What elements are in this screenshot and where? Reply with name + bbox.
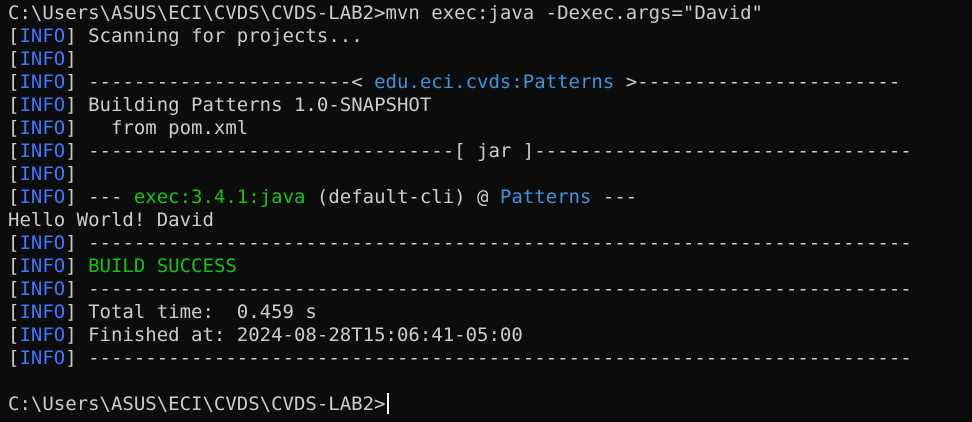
terminal-line: [INFO] xyxy=(8,48,968,71)
terminal-line: [INFO] --------------------------------[… xyxy=(8,140,968,163)
terminal-text: [ xyxy=(8,117,20,139)
log-level-label: INFO xyxy=(19,117,66,139)
command-prompt-line[interactable]: C:\Users\ASUS\ECI\CVDS\CVDS-LAB2> xyxy=(8,393,968,416)
terminal-text: ] xyxy=(65,255,89,277)
terminal-line: [INFO] BUILD SUCCESS xyxy=(8,255,968,278)
log-level-label: INFO xyxy=(19,278,66,300)
terminal-text: ] --------------------------------[ jar … xyxy=(65,140,912,162)
terminal-text: ] Scanning for projects... xyxy=(65,25,363,47)
terminal-text: ] from pom.xml xyxy=(65,117,249,139)
terminal-line: [INFO] Building Patterns 1.0-SNAPSHOT xyxy=(8,94,968,117)
terminal-text: Patterns xyxy=(499,186,592,208)
command-prompt: C:\Users\ASUS\ECI\CVDS\CVDS-LAB2> xyxy=(8,393,386,415)
terminal-text: [ xyxy=(8,163,20,185)
terminal-text: ] -----------------------< xyxy=(65,71,375,93)
terminal-text: exec:3.4.1:java xyxy=(133,186,306,208)
terminal-line: [INFO] Finished at: 2024-08-28T15:06:41-… xyxy=(8,324,968,347)
terminal-text: ] --- xyxy=(65,186,134,208)
log-level-label: INFO xyxy=(19,140,66,162)
terminal-text: ] --------------------------------------… xyxy=(65,278,912,300)
terminal-line: [INFO] from pom.xml xyxy=(8,117,968,140)
terminal-text: ] Total time: 0.459 s xyxy=(65,301,317,323)
terminal-text: ] xyxy=(65,48,77,70)
terminal-line: Hello World! David xyxy=(8,209,968,232)
terminal-line: [INFO] ---------------------------------… xyxy=(8,347,968,370)
terminal-line: [INFO] ---------------------------------… xyxy=(8,278,968,301)
terminal-line: [INFO] Scanning for projects... xyxy=(8,25,968,48)
terminal-line: C:\Users\ASUS\ECI\CVDS\CVDS-LAB2>mvn exe… xyxy=(8,2,968,25)
terminal-line: [INFO] --- exec:3.4.1:java (default-cli)… xyxy=(8,186,968,209)
terminal-text: ] Building Patterns 1.0-SNAPSHOT xyxy=(65,94,432,116)
terminal-text: [ xyxy=(8,347,20,369)
log-level-label: INFO xyxy=(19,232,66,254)
terminal-text: [ xyxy=(8,301,20,323)
terminal-text: ] Finished at: 2024-08-28T15:06:41-05:00 xyxy=(65,324,523,346)
terminal-text: [ xyxy=(8,140,20,162)
terminal-text: [ xyxy=(8,324,20,346)
log-level-label: INFO xyxy=(19,163,66,185)
terminal-line: [INFO] ---------------------------------… xyxy=(8,232,968,255)
terminal-text: ] --------------------------------------… xyxy=(65,347,912,369)
terminal-text: --- xyxy=(591,186,638,208)
terminal-text: [ xyxy=(8,25,20,47)
terminal-line: [INFO] xyxy=(8,163,968,186)
log-level-label: INFO xyxy=(19,25,66,47)
terminal-text: [ xyxy=(8,71,20,93)
terminal-text: ] xyxy=(65,163,77,185)
log-level-label: INFO xyxy=(19,186,66,208)
terminal-text: [ xyxy=(8,255,20,277)
terminal-text: Hello World! David xyxy=(8,209,214,231)
terminal-output[interactable]: C:\Users\ASUS\ECI\CVDS\CVDS-LAB2>mvn exe… xyxy=(8,2,968,420)
terminal-text: [ xyxy=(8,186,20,208)
text-cursor xyxy=(386,393,389,414)
log-level-label: INFO xyxy=(19,347,66,369)
log-level-label: INFO xyxy=(19,71,66,93)
terminal-text: C:\Users\ASUS\ECI\CVDS\CVDS-LAB2>mvn exe… xyxy=(8,2,763,24)
terminal-text: >----------------------- xyxy=(614,71,901,93)
log-level-label: INFO xyxy=(19,324,66,346)
terminal-line: [INFO] Total time: 0.459 s xyxy=(8,301,968,324)
terminal-text: [ xyxy=(8,48,20,70)
terminal-text: ] --------------------------------------… xyxy=(65,232,912,254)
terminal-text: BUILD SUCCESS xyxy=(88,255,237,277)
log-level-label: INFO xyxy=(19,255,66,277)
terminal-text: edu.eci.cvds:Patterns xyxy=(374,71,615,93)
terminal-text: [ xyxy=(8,278,20,300)
terminal-text: [ xyxy=(8,94,20,116)
log-level-label: INFO xyxy=(19,301,66,323)
terminal-line: [INFO] -----------------------< edu.eci.… xyxy=(8,71,968,94)
log-level-label: INFO xyxy=(19,94,66,116)
log-level-label: INFO xyxy=(19,48,66,70)
terminal-text: (default-cli) @ xyxy=(305,186,500,208)
terminal-text: [ xyxy=(8,232,20,254)
